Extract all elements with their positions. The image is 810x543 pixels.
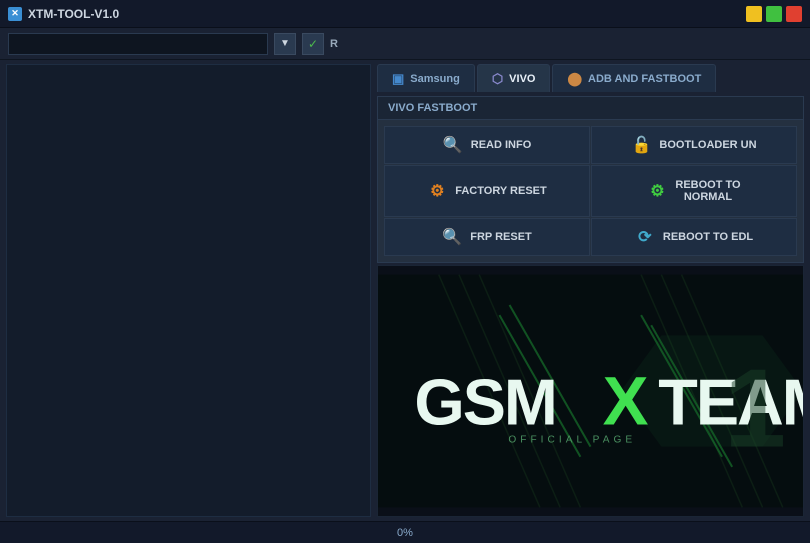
tab-bar: ▣ Samsung ⬡ VIVO ⬤ ADB AND FASTBOOT xyxy=(377,64,804,92)
progress-label: 0% xyxy=(397,527,413,539)
port-dropdown-button[interactable]: ▼ xyxy=(274,33,296,55)
tab-vivo[interactable]: ⬡ VIVO xyxy=(477,64,551,92)
bootloader-un-label: BOOTLOADER UN xyxy=(659,139,756,151)
window-controls xyxy=(746,6,802,22)
frp-reset-icon: 🔍 xyxy=(442,227,462,247)
fastboot-header: VIVO FASTBOOT xyxy=(378,97,803,120)
refresh-button[interactable]: ✓ xyxy=(302,33,324,55)
r-label: R xyxy=(330,38,338,50)
logo-panel: GSM X TEAM OFFICIAL PAGE 1 xyxy=(377,265,804,517)
app-icon: ✕ xyxy=(8,7,22,21)
read-info-label: READ INFO xyxy=(471,139,532,151)
log-panel xyxy=(6,64,371,517)
reboot-edl-button[interactable]: ⟳ REBOOT TO EDL xyxy=(591,218,797,256)
factory-reset-icon: ⚙ xyxy=(427,181,447,201)
logo-svg: GSM X TEAM OFFICIAL PAGE 1 xyxy=(378,266,803,516)
svg-text:X: X xyxy=(603,362,649,439)
title-bar: ✕ XTM-TOOL-V1.0 xyxy=(0,0,810,28)
app-title: XTM-TOOL-V1.0 xyxy=(28,7,119,21)
fastboot-panel: VIVO FASTBOOT 🔍 READ INFO 🔓 BOOTLOADER UN ⚙ F… xyxy=(377,96,804,263)
frp-reset-label: FRP RESET xyxy=(470,231,532,243)
tab-vivo-label: VIVO xyxy=(509,73,535,85)
port-input[interactable] xyxy=(8,33,268,55)
fastboot-buttons: 🔍 READ INFO 🔓 BOOTLOADER UN ⚙ FACTORY RESET ⚙ R… xyxy=(378,120,803,262)
right-panel: ▣ Samsung ⬡ VIVO ⬤ ADB AND FASTBOOT VIVO… xyxy=(377,64,804,517)
reboot-normal-button[interactable]: ⚙ REBOOT TO NORMAL xyxy=(591,165,797,217)
tab-samsung-label: Samsung xyxy=(410,73,460,85)
frp-reset-button[interactable]: 🔍 FRP RESET xyxy=(384,218,590,256)
bootloader-un-icon: 🔓 xyxy=(631,135,651,155)
bootloader-un-button[interactable]: 🔓 BOOTLOADER UN xyxy=(591,126,797,164)
reboot-edl-icon: ⟳ xyxy=(635,227,655,247)
read-info-button[interactable]: 🔍 READ INFO xyxy=(384,126,590,164)
main-content: ▣ Samsung ⬡ VIVO ⬤ ADB AND FASTBOOT VIVO… xyxy=(0,60,810,521)
minimize-button[interactable] xyxy=(746,6,762,22)
svg-text:OFFICIAL PAGE: OFFICIAL PAGE xyxy=(508,435,636,446)
tab-adb-label: ADB AND FASTBOOT xyxy=(588,73,701,85)
reboot-normal-icon: ⚙ xyxy=(647,181,667,201)
status-bar: 0% xyxy=(0,521,810,543)
close-button[interactable] xyxy=(786,6,802,22)
reboot-normal-label: REBOOT TO NORMAL xyxy=(675,179,740,203)
adb-icon: ⬤ xyxy=(567,71,582,87)
samsung-icon: ▣ xyxy=(392,71,404,87)
toolbar: ▼ ✓ R xyxy=(0,28,810,60)
factory-reset-button[interactable]: ⚙ FACTORY RESET xyxy=(384,165,590,217)
vivo-icon: ⬡ xyxy=(492,71,503,87)
tab-samsung[interactable]: ▣ Samsung xyxy=(377,64,475,92)
tab-adb[interactable]: ⬤ ADB AND FASTBOOT xyxy=(552,64,716,92)
title-bar-left: ✕ XTM-TOOL-V1.0 xyxy=(8,7,119,21)
read-info-icon: 🔍 xyxy=(443,135,463,155)
factory-reset-label: FACTORY RESET xyxy=(455,185,546,197)
reboot-edl-label: REBOOT TO EDL xyxy=(663,231,753,243)
svg-text:1: 1 xyxy=(724,346,786,471)
maximize-button[interactable] xyxy=(766,6,782,22)
svg-text:GSM: GSM xyxy=(414,365,555,438)
